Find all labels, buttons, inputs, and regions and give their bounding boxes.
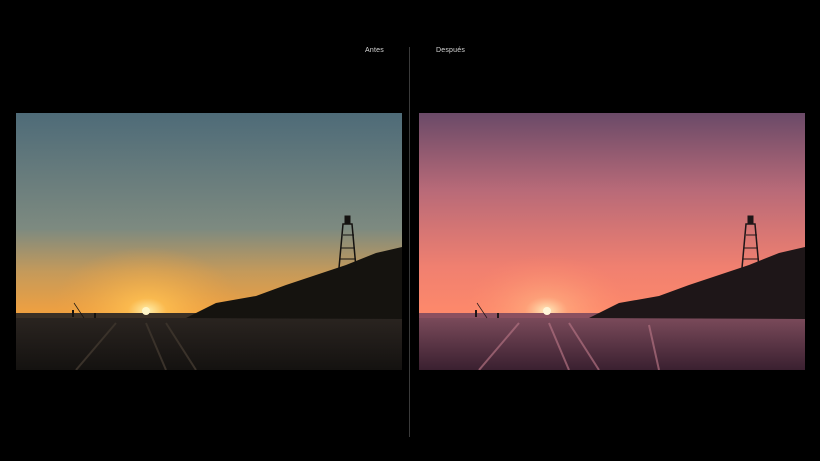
after-photo [419, 113, 805, 370]
comparison-divider [409, 47, 410, 437]
before-photo [16, 113, 402, 370]
after-label: Después [436, 47, 466, 54]
before-label: Antes [365, 47, 384, 54]
